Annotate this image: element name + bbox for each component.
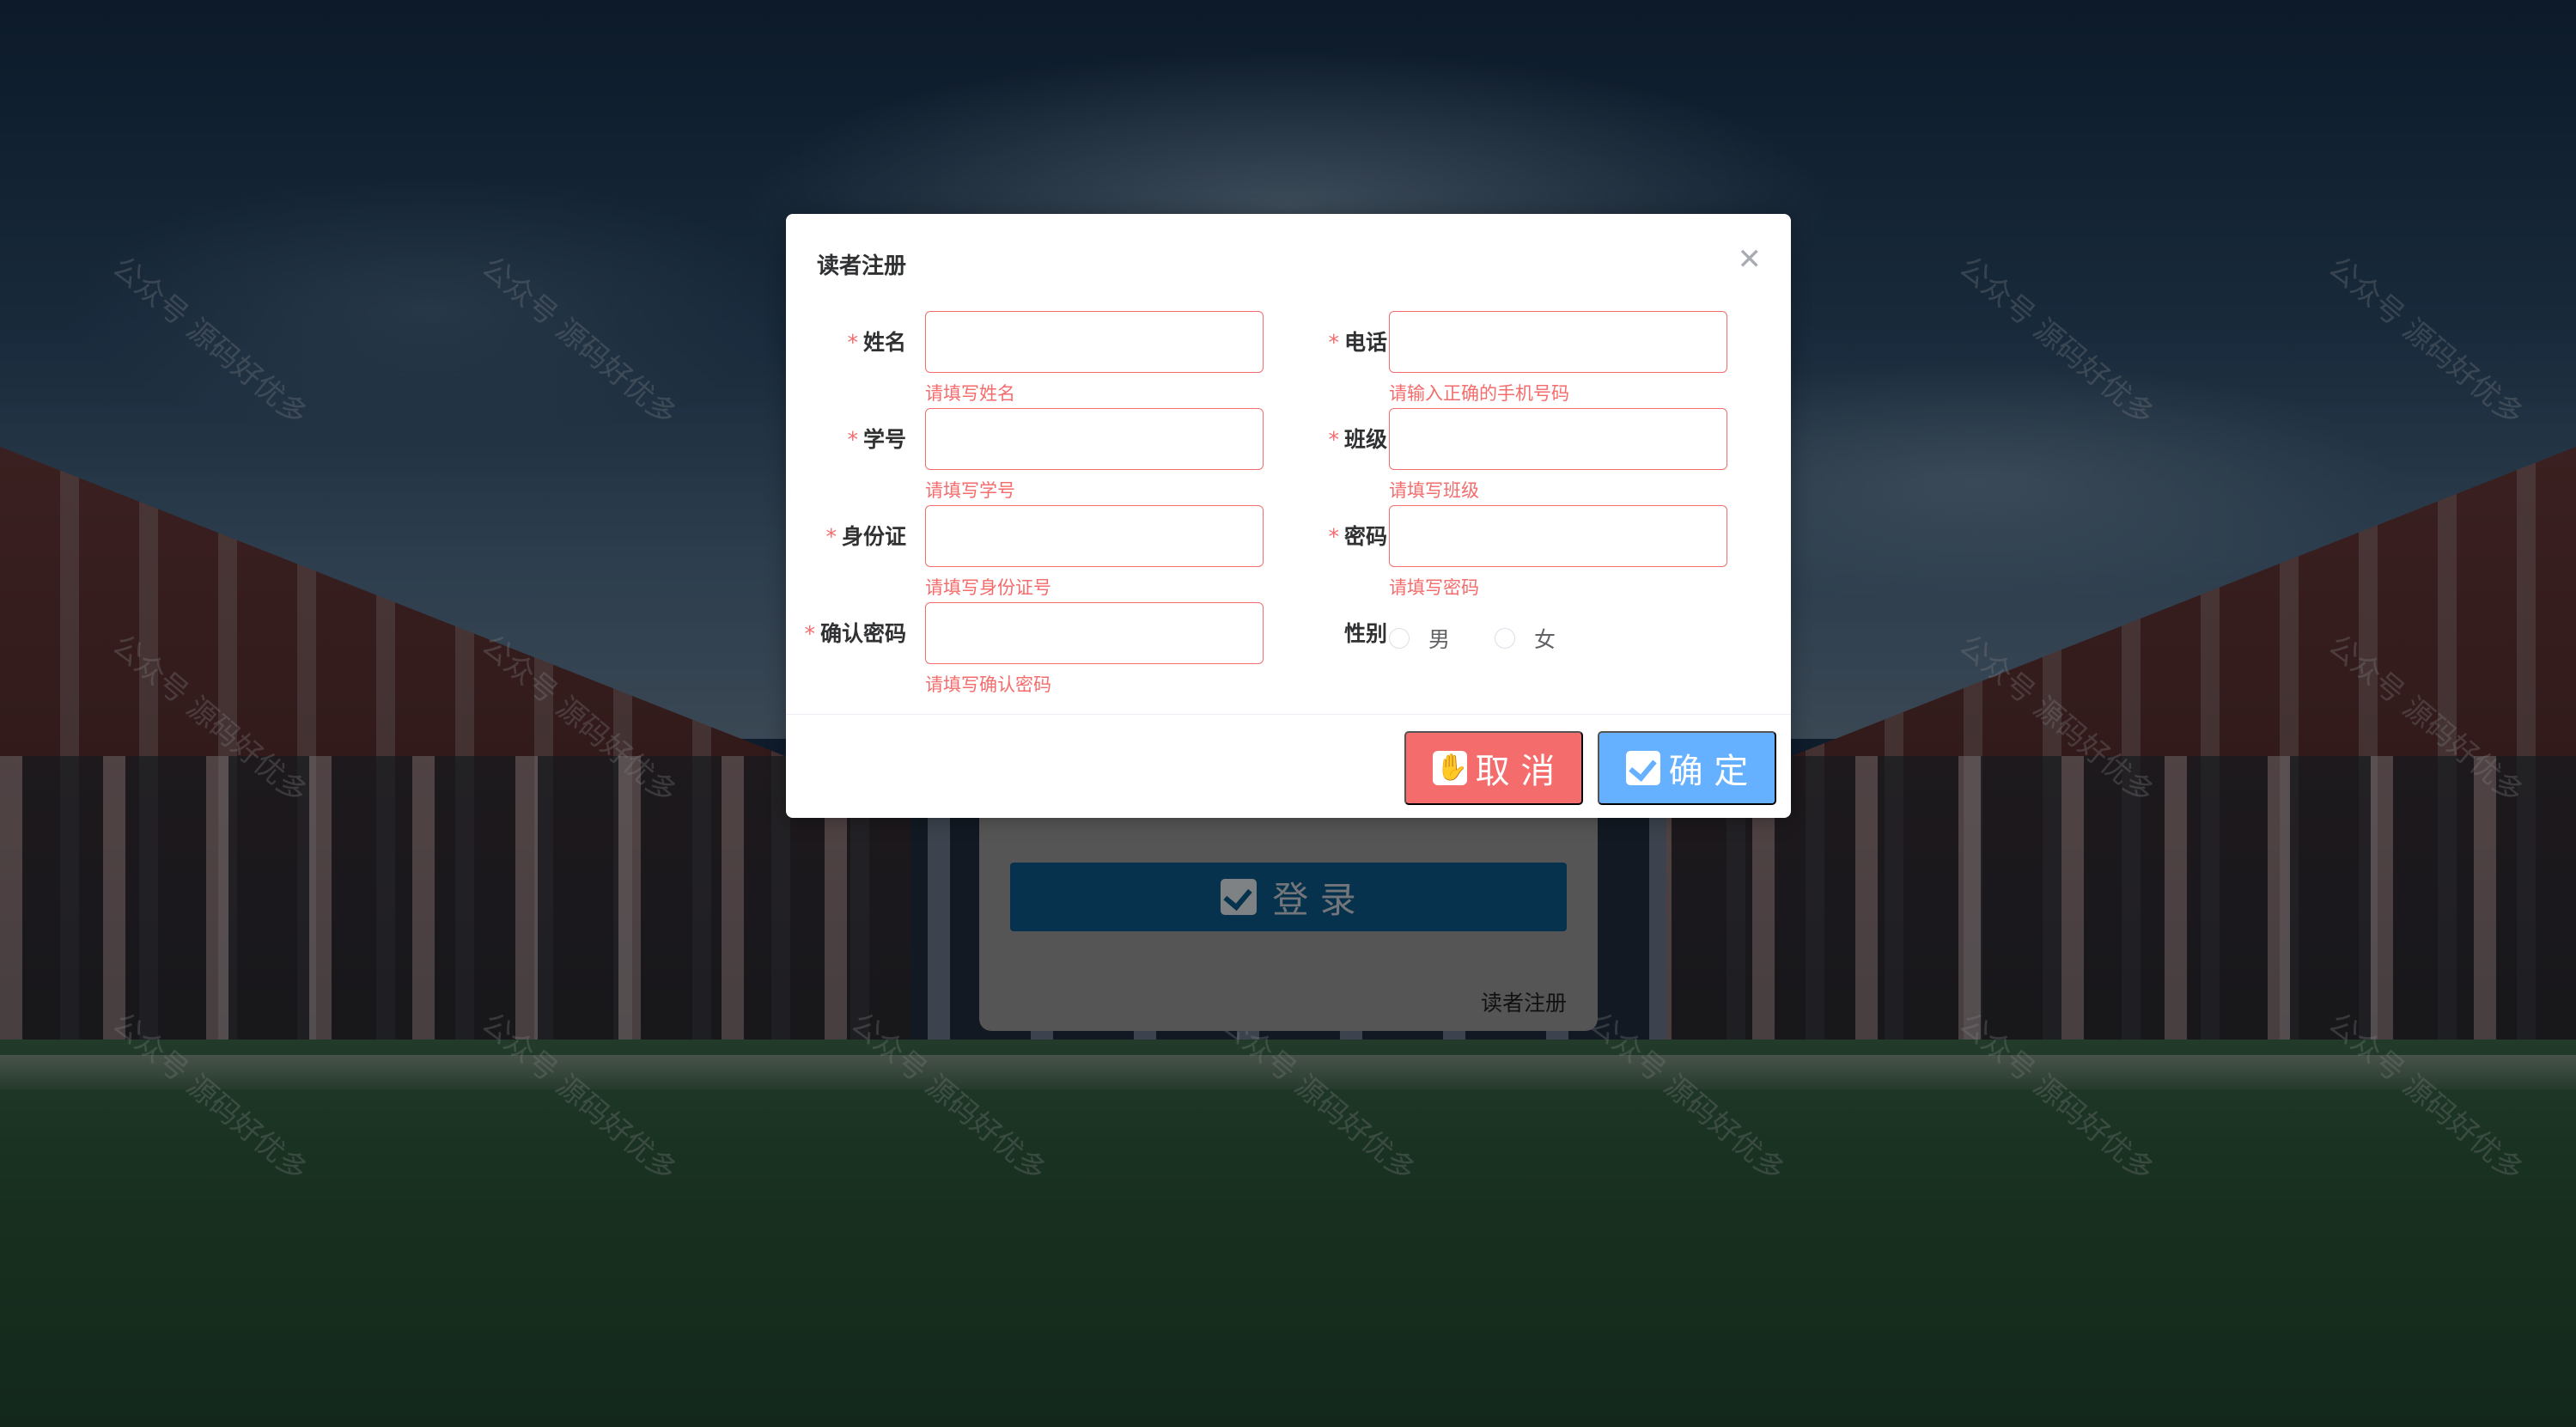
form-label-confirm-password: * 确认密码	[804, 621, 906, 646]
id-card-input[interactable]	[925, 505, 1264, 567]
confirm-password-error: 请填写确认密码	[925, 674, 1051, 695]
form-label-name: * 姓名	[847, 330, 906, 355]
form-label-student-id: * 学号	[847, 427, 906, 452]
phone-error: 请输入正确的手机号码	[1389, 383, 1569, 404]
student-id-input[interactable]	[925, 408, 1264, 470]
radio-circle[interactable]	[1495, 628, 1515, 649]
form-item-phone: * 电话 请输入正确的手机号码	[1267, 311, 1791, 406]
form-item-confirm-password: * 确认密码 请填写确认密码	[786, 602, 1267, 697]
form-label-phone: * 电话	[1328, 330, 1387, 355]
required-star: *	[847, 427, 858, 452]
form-label-password: * 密码	[1328, 524, 1387, 549]
required-star: *	[804, 621, 815, 646]
required-star: *	[1328, 330, 1339, 355]
name-input[interactable]	[925, 311, 1264, 373]
hand-icon	[1432, 751, 1468, 785]
class-input[interactable]	[1389, 408, 1727, 470]
class-error: 请填写班级	[1389, 480, 1479, 501]
gender-label-female: 女	[1534, 627, 1556, 652]
gender-radio-female[interactable]: 女	[1495, 623, 1556, 654]
form-label-gender: 性别	[1343, 621, 1387, 646]
required-star: *	[1328, 524, 1339, 549]
required-star: *	[825, 524, 837, 549]
student-id-error: 请填写学号	[925, 480, 1015, 501]
confirm-button-label: 确 定	[1668, 752, 1749, 791]
confirm-password-input[interactable]	[925, 602, 1264, 664]
form-item-name: * 姓名 请填写姓名	[786, 311, 1267, 406]
check-square-icon	[1625, 751, 1660, 785]
phone-input[interactable]	[1389, 311, 1727, 373]
register-dialog: 读者注册 ✕ * 姓名 请填写姓名 * 电话 请输入正确的手机号码 * 学号 请填写学…	[786, 214, 1791, 818]
dialog-title: 读者注册	[817, 253, 907, 279]
form-item-password: * 密码 请填写密码	[1267, 505, 1791, 600]
form-item-student-id: * 学号 请填写学号	[786, 408, 1267, 503]
gender-radio-male[interactable]: 男	[1389, 623, 1450, 654]
cancel-button-label: 取 消	[1475, 752, 1556, 791]
radio-circle[interactable]	[1389, 628, 1410, 649]
form-label-id-card: * 身份证	[825, 524, 906, 549]
password-input[interactable]	[1389, 505, 1727, 567]
footer-divider	[786, 714, 1791, 715]
name-error: 请填写姓名	[925, 383, 1015, 404]
form-item-class: * 班级 请填写班级	[1267, 408, 1791, 503]
confirm-button[interactable]: 确 定	[1598, 731, 1776, 805]
password-error: 请填写密码	[1389, 577, 1479, 598]
required-star: *	[847, 330, 858, 355]
close-icon[interactable]: ✕	[1738, 245, 1763, 274]
form-item-id-card: * 身份证 请填写身份证号	[786, 505, 1267, 600]
cancel-button[interactable]: 取 消	[1404, 731, 1583, 805]
form-label-class: * 班级	[1328, 427, 1387, 452]
id-card-error: 请填写身份证号	[925, 577, 1051, 598]
required-star: *	[1328, 427, 1339, 452]
gender-label-male: 男	[1428, 627, 1451, 652]
form-item-gender: 性别 男 女	[1267, 602, 1791, 697]
